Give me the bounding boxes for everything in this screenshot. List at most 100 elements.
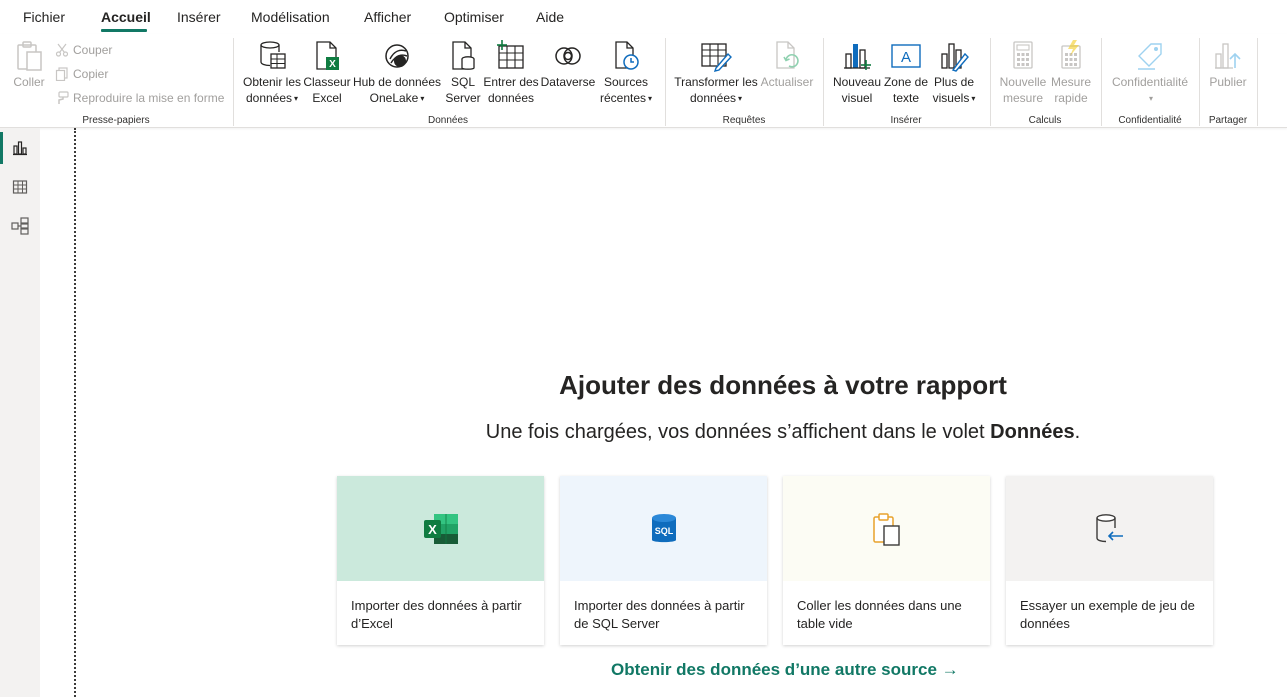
canvas-boundary xyxy=(74,128,76,697)
copy-label: Copier xyxy=(73,67,109,81)
recent-sources-label-1: Sources xyxy=(603,75,649,89)
copy-icon xyxy=(54,66,70,82)
group-label-data: Données xyxy=(427,115,469,126)
new-visual-label-1: Nouveau xyxy=(832,75,882,89)
sql-label-1: SQL xyxy=(450,75,475,89)
publish-button[interactable]: Publier xyxy=(1206,38,1250,90)
add-data-title: Ajouter des données à votre rapport xyxy=(559,370,1007,400)
active-tab-indicator xyxy=(101,29,147,32)
enter-data-button[interactable]: Entrer des données xyxy=(483,38,539,106)
sql-database-icon: SQL xyxy=(651,513,676,542)
more-visuals-button[interactable]: Plus de visuels ▾ xyxy=(929,38,979,107)
get-data-label-1: Obtenir les xyxy=(242,75,302,89)
refresh-button[interactable]: Actualiser xyxy=(759,38,815,90)
quick-measure-label-1: Mesure xyxy=(1050,75,1091,89)
svg-text:X: X xyxy=(428,522,437,537)
database-table-icon xyxy=(255,38,289,74)
group-label-calculations: Calculs xyxy=(1028,115,1062,126)
table-view-icon xyxy=(12,180,28,194)
menu-bar: Fichier Accueil Insérer Modélisation Aff… xyxy=(0,0,1287,34)
tab-optimiser[interactable]: Optimiser xyxy=(444,9,504,25)
sensitivity-label: Confidentialité xyxy=(1111,75,1189,89)
tab-fichier[interactable]: Fichier xyxy=(23,9,65,25)
group-label-clipboard: Presse-papiers xyxy=(82,115,150,126)
sql-label-2: Server xyxy=(445,91,481,105)
paste-data-card[interactable]: Coller les données dans une table vide xyxy=(783,476,990,645)
clipboard-paste-icon xyxy=(872,512,900,546)
tab-accueil[interactable]: Accueil xyxy=(101,9,151,25)
publish-label: Publier xyxy=(1209,75,1247,89)
tab-inserer[interactable]: Insérer xyxy=(177,9,221,25)
transform-data-button[interactable]: Transformer les données ▾ xyxy=(673,38,759,107)
chevron-down-icon: ▾ xyxy=(648,94,653,103)
sql-file-icon xyxy=(446,38,480,74)
table-add-icon xyxy=(494,38,528,74)
format-painter-button[interactable]: Reproduire la mise en forme xyxy=(54,89,224,107)
import-excel-card[interactable]: X Importer des données à partir d’Excel xyxy=(337,476,544,645)
textbox-button[interactable]: A Zone de texte xyxy=(883,38,929,106)
tab-aide[interactable]: Aide xyxy=(536,9,564,25)
new-measure-label-2: mesure xyxy=(1002,91,1043,105)
excel-file-icon: X xyxy=(310,38,344,74)
onelake-hub-button[interactable]: Hub de données OneLake ▾ xyxy=(352,38,442,107)
more-visuals-icon xyxy=(937,38,971,74)
sample-database-icon xyxy=(1095,513,1123,542)
format-painter-label: Reproduire la mise en forme xyxy=(73,91,225,105)
new-measure-button[interactable]: Nouvelle mesure xyxy=(998,38,1048,106)
tab-afficher[interactable]: Afficher xyxy=(364,9,411,25)
chevron-down-icon: ▾ xyxy=(420,94,425,103)
transform-label-2: données xyxy=(689,91,737,105)
onelake-icon xyxy=(380,38,414,74)
dataverse-icon xyxy=(551,38,585,74)
paste-button[interactable]: Coller xyxy=(8,38,50,90)
card-label: Importer des données à partir d’Excel xyxy=(351,598,522,631)
group-separator xyxy=(1257,38,1258,126)
card-top: X xyxy=(337,476,544,581)
group-separator xyxy=(990,38,991,126)
get-data-label-2: données xyxy=(245,91,293,105)
recent-sources-label-2: récentes xyxy=(599,91,646,105)
table-view-button[interactable] xyxy=(0,169,40,205)
card-top: SQL xyxy=(560,476,767,581)
svg-text:X: X xyxy=(329,59,336,70)
svg-text:A: A xyxy=(901,49,911,66)
group-label-queries: Requêtes xyxy=(722,115,766,126)
group-separator xyxy=(233,38,234,126)
group-label-insert: Insérer xyxy=(890,115,922,126)
dataverse-button[interactable]: Dataverse xyxy=(540,38,596,90)
excel-workbook-button[interactable]: X Classeur Excel xyxy=(303,38,351,106)
group-separator xyxy=(1101,38,1102,126)
quick-measure-button[interactable]: Mesure rapide xyxy=(1048,38,1094,106)
group-label-sensitivity: Confidentialité xyxy=(1118,115,1182,126)
textbox-icon: A xyxy=(889,38,923,74)
subtitle-data-pane: Données xyxy=(990,421,1075,443)
get-data-button[interactable]: Obtenir les données ▾ xyxy=(241,38,303,107)
chevron-down-icon: ▾ xyxy=(294,94,299,103)
recent-sources-button[interactable]: Sources récentes ▾ xyxy=(597,38,655,107)
card-label: Essayer un exemple de jeu de données xyxy=(1020,598,1195,631)
bar-chart-icon xyxy=(840,38,874,74)
group-label-share: Partager xyxy=(1208,115,1248,126)
card-top xyxy=(783,476,990,581)
import-sql-card[interactable]: SQL Importer des données à partir de SQL… xyxy=(560,476,767,645)
onelake-label-2: OneLake xyxy=(369,91,419,105)
ribbon: Coller Couper Copier Reproduire la mise … xyxy=(0,34,1287,128)
tab-modelisation[interactable]: Modélisation xyxy=(251,9,330,25)
paste-icon xyxy=(12,38,46,74)
scissors-icon xyxy=(54,42,70,58)
group-separator xyxy=(1199,38,1200,126)
cut-button[interactable]: Couper xyxy=(54,41,112,59)
enter-data-label-1: Entrer des xyxy=(483,75,539,89)
new-visual-button[interactable]: Nouveau visuel xyxy=(831,38,883,106)
model-view-button[interactable] xyxy=(0,208,40,244)
paste-label: Coller xyxy=(13,75,45,89)
sensitivity-button[interactable]: Confidentialité ▾ xyxy=(1109,38,1191,107)
sample-dataset-card[interactable]: Essayer un exemple de jeu de données xyxy=(1006,476,1213,645)
copy-button[interactable]: Copier xyxy=(54,65,108,83)
view-switcher-rail xyxy=(0,128,40,697)
sql-server-button[interactable]: SQL Server xyxy=(443,38,483,106)
get-data-other-source-link[interactable]: Obtenir des données d’une autre source → xyxy=(611,660,959,680)
excel-label-2: Excel xyxy=(312,91,342,105)
more-visuals-label-2: visuels xyxy=(932,91,970,105)
report-view-button[interactable] xyxy=(0,130,40,166)
